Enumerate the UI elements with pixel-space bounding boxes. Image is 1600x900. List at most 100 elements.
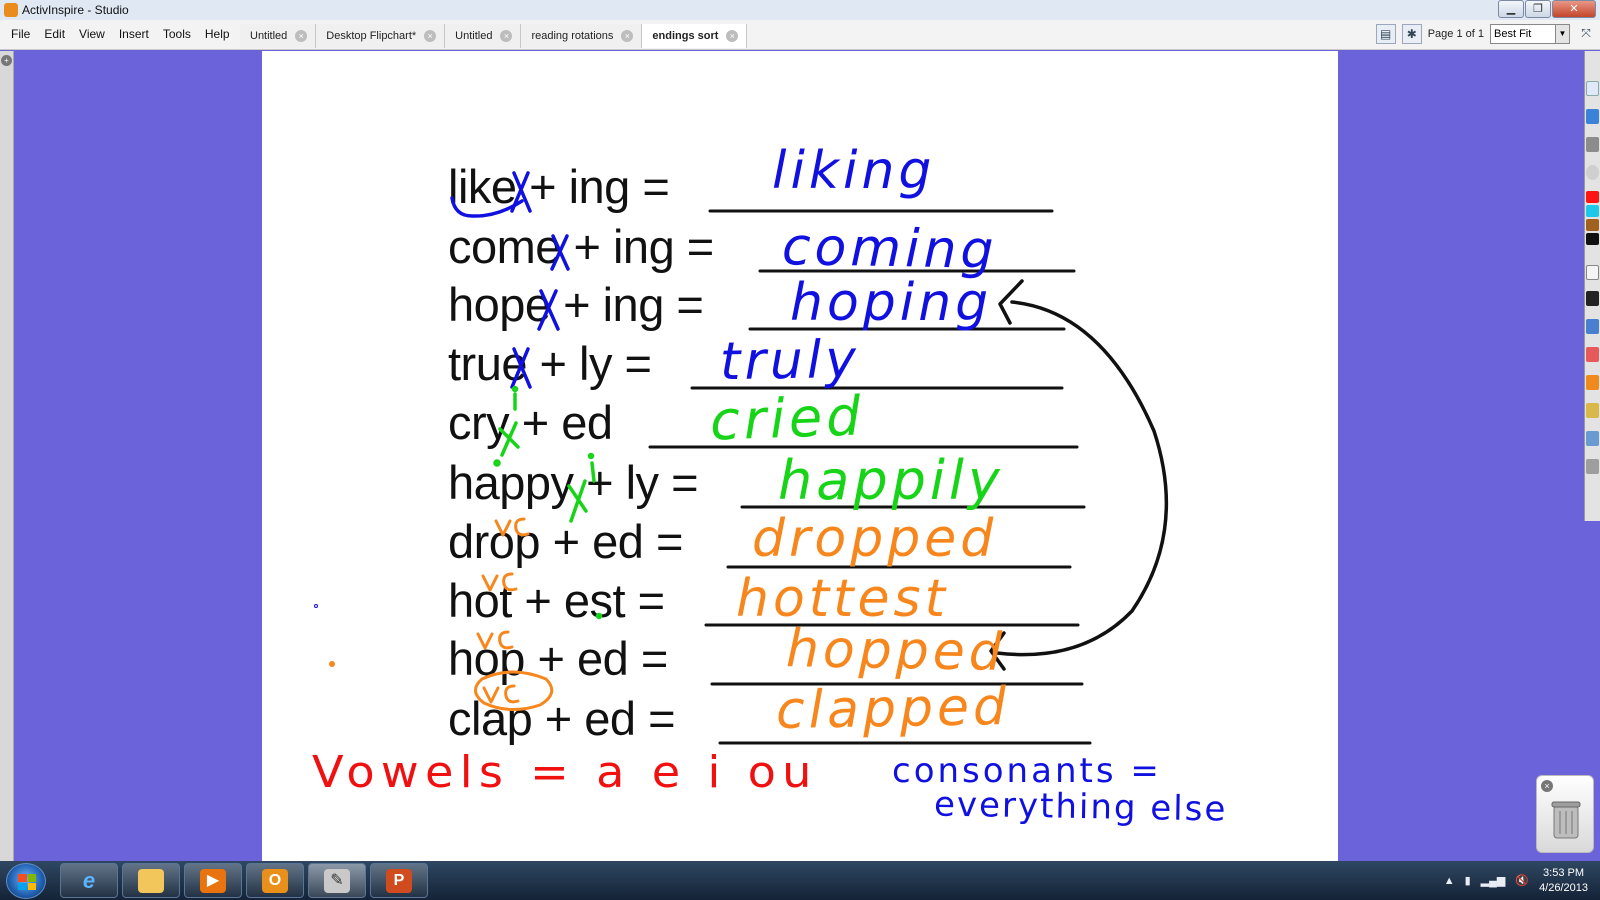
snowflake-icon[interactable]: ✱ — [1401, 24, 1422, 44]
select-icon[interactable] — [1586, 137, 1599, 152]
zoom-value: Best Fit — [1494, 28, 1532, 40]
chevron-down-icon[interactable]: ▼ — [1555, 25, 1569, 43]
vc-mark — [476, 630, 514, 650]
vc-mark — [482, 684, 520, 704]
tab-label: reading rotations — [531, 30, 614, 42]
pin-icon[interactable]: + — [1, 55, 12, 66]
close-icon[interactable]: × — [1541, 780, 1553, 792]
handwritten-answer: cried — [708, 384, 866, 453]
zoom-select[interactable]: Best Fit ▼ — [1490, 24, 1570, 44]
menu-edit[interactable]: Edit — [37, 27, 72, 41]
pen-tool-icon[interactable] — [1586, 319, 1599, 334]
expand-icon[interactable]: ⤧ — [1576, 24, 1596, 44]
menu-tools[interactable]: Tools — [156, 27, 198, 41]
taskbar-file-explorer[interactable] — [122, 863, 180, 898]
handwritten-answer: truly — [719, 329, 861, 393]
arrow-curve — [995, 300, 1169, 657]
window-controls: ▁ ❐ ✕ — [1498, 0, 1596, 18]
ink-dot — [314, 604, 318, 608]
green-ink-marks — [493, 385, 603, 620]
tab-close-icon[interactable]: × — [500, 30, 513, 42]
tab-close-icon[interactable]: × — [295, 30, 308, 42]
menu-help[interactable]: Help — [198, 27, 237, 41]
handwritten-answer: hoping — [790, 273, 993, 333]
taskbar-powerpoint[interactable]: P — [370, 863, 428, 898]
handwritten-answer: hopped — [785, 619, 1007, 683]
powerpoint-icon: P — [386, 869, 412, 893]
main-menu-icon[interactable] — [1586, 81, 1599, 96]
vc-mark — [494, 517, 530, 537]
tab-close-icon[interactable]: × — [424, 30, 437, 42]
network-icon[interactable]: ▂▄▆ — [1481, 874, 1506, 887]
clock-date: 4/26/2013 — [1539, 881, 1588, 894]
tab-reading-rotations[interactable]: reading rotations × — [521, 24, 643, 48]
color-black-icon[interactable] — [1586, 233, 1599, 245]
vc-mark — [481, 572, 518, 592]
tab-untitled-2[interactable]: Untitled × — [445, 24, 522, 48]
main-toolbox — [1584, 51, 1600, 521]
volume-muted-icon[interactable]: 🔇 — [1515, 874, 1529, 887]
tab-close-icon[interactable]: × — [726, 30, 739, 42]
underline-swoop — [450, 196, 524, 218]
taskbar-activinspire[interactable]: ✎ — [308, 863, 366, 898]
clock-time: 3:53 PM — [1543, 866, 1585, 879]
tab-label: Untitled — [455, 30, 493, 42]
tab-close-icon[interactable]: × — [621, 30, 634, 42]
color-brown-icon[interactable] — [1586, 219, 1599, 231]
i-dot — [587, 452, 595, 460]
taskbar-outlook[interactable]: O — [246, 863, 304, 898]
tab-label: Untitled — [250, 30, 288, 42]
menu-view[interactable]: View — [72, 27, 112, 41]
ink-dot — [493, 459, 501, 467]
more-tools-icon[interactable] — [1586, 459, 1599, 474]
curved-arrow — [989, 279, 1169, 671]
minimize-button[interactable]: ▁ — [1498, 0, 1524, 18]
page-browser-icon[interactable]: ▤ — [1375, 24, 1396, 44]
maximize-button[interactable]: ❐ — [1525, 0, 1551, 18]
cross-out-mark — [567, 479, 588, 523]
color-red-icon[interactable] — [1586, 191, 1599, 203]
blue-ink-marks — [450, 171, 570, 389]
activinspire-icon: ✎ — [324, 869, 350, 893]
left-collapsed-panel: + — [0, 51, 14, 861]
cross-out-mark — [510, 347, 532, 389]
shape-icon[interactable] — [1586, 403, 1599, 418]
handwritten-answer: liking — [772, 141, 936, 201]
start-button[interactable] — [6, 863, 46, 899]
outlook-icon: O — [262, 869, 288, 893]
tab-endings-sort[interactable]: endings sort × — [642, 24, 748, 48]
show-hidden-icons-icon[interactable]: ▲ — [1444, 875, 1455, 887]
handwritten-answer: dropped — [752, 509, 998, 569]
highlighter-icon[interactable] — [1586, 347, 1599, 362]
title-bar: ActivInspire - Studio ▁ ❐ ✕ — [0, 0, 1600, 20]
windows-taskbar: e ▶ O ✎ P ▲ ▮ ▂▄▆ 🔇 3:53 PM 4/26/2013 — [0, 861, 1600, 900]
menu-insert[interactable]: Insert — [112, 27, 156, 41]
connector-icon[interactable] — [1586, 431, 1599, 446]
width-slider-icon[interactable] — [1586, 265, 1599, 280]
folder-icon — [138, 869, 164, 893]
system-tray: ▲ ▮ ▂▄▆ 🔇 3:53 PM 4/26/2013 — [1444, 861, 1600, 900]
cross-out-mark — [498, 421, 520, 457]
menu-file[interactable]: File — [4, 27, 37, 41]
taskbar-media-player[interactable]: ▶ — [184, 863, 242, 898]
trash-can[interactable]: × — [1536, 775, 1594, 853]
i-dot — [511, 385, 519, 393]
eraser-icon[interactable] — [1586, 375, 1599, 390]
close-button[interactable]: ✕ — [1552, 0, 1596, 18]
media-player-icon: ▶ — [200, 869, 226, 893]
browser-icon[interactable] — [1586, 109, 1599, 124]
window-title: ActivInspire - Studio — [22, 3, 129, 17]
flipchart-page[interactable]: like + ing = come + ing = hope + ing = true… — [262, 51, 1338, 861]
battery-icon[interactable]: ▮ — [1465, 874, 1471, 887]
cross-out-mark — [537, 289, 560, 331]
color-cyan-icon[interactable] — [1586, 205, 1599, 217]
page-indicator: Page 1 of 1 — [1427, 28, 1484, 40]
tab-desktop-flipchart[interactable]: Desktop Flipchart* × — [316, 24, 446, 48]
taskbar-internet-explorer[interactable]: e — [60, 863, 118, 898]
tab-label: Desktop Flipchart* — [326, 30, 417, 42]
pen-icon[interactable] — [1586, 165, 1599, 180]
tab-untitled-1[interactable]: Untitled × — [240, 24, 317, 48]
clock[interactable]: 3:53 PM 4/26/2013 — [1539, 866, 1588, 896]
page-controls: ▤ ✱ Page 1 of 1 Best Fit ▼ ⤧ — [1375, 24, 1596, 44]
cursor-icon[interactable] — [1586, 291, 1599, 306]
